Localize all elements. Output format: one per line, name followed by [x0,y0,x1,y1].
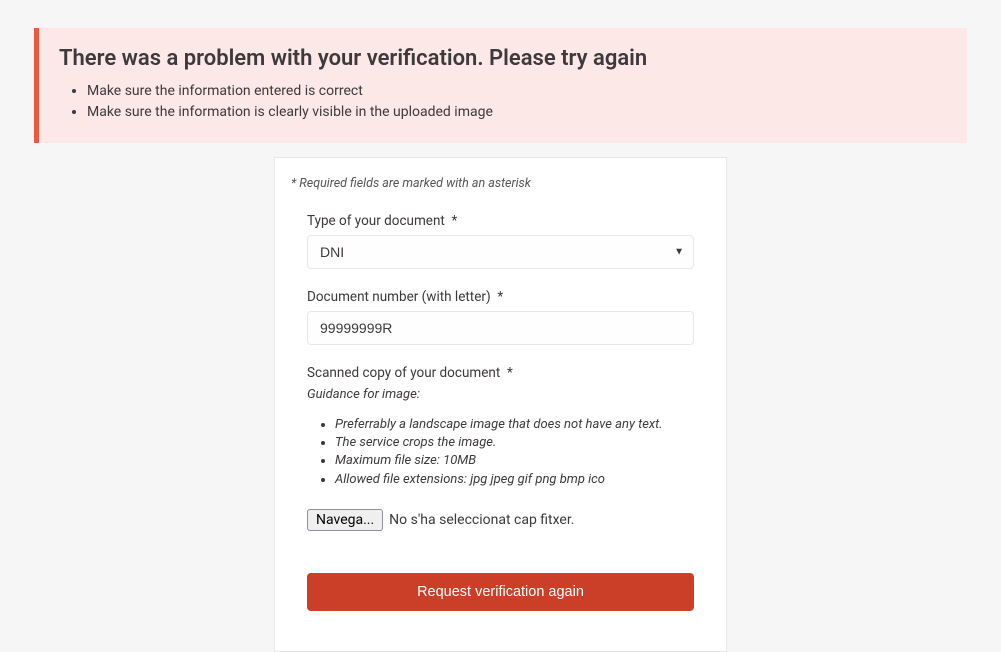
error-alert: There was a problem with your verificati… [34,28,967,143]
alert-item: Make sure the information is clearly vis… [87,102,947,123]
label-text: Type of your document [307,213,445,229]
required-mark: * [497,289,503,305]
request-verification-button[interactable]: Request verification again [307,573,694,611]
document-type-label: Type of your document * [307,213,694,229]
document-type-select[interactable]: DNI [307,235,694,269]
document-number-input[interactable] [307,311,694,345]
required-mark: * [452,213,458,229]
browse-file-button[interactable]: Navega... [307,509,383,531]
alert-item: Make sure the information entered is cor… [87,81,947,102]
alert-title: There was a problem with your verificati… [59,46,947,71]
guidance-item: Maximum file size: 10MB [335,452,694,470]
file-input-row: Navega... No s'ha seleccionat cap fitxer… [307,509,694,531]
document-number-label: Document number (with letter) * [307,289,694,305]
scanned-copy-label: Scanned copy of your document * [307,365,694,381]
label-text: Scanned copy of your document [307,365,500,381]
file-status-text: No s'ha seleccionat cap fitxer. [389,512,574,528]
label-text: Document number (with letter) [307,289,491,305]
form-wrap: Type of your document * DNI ▼ Document n… [291,213,710,611]
guidance-title: Guidance for image: [307,387,694,402]
alert-list: Make sure the information entered is cor… [59,81,947,123]
guidance-item: Preferrably a landscape image that does … [335,416,694,434]
required-mark: * [507,365,513,381]
guidance-item: The service crops the image. [335,434,694,452]
required-fields-note: * Required fields are marked with an ast… [291,176,710,191]
verification-form-card: * Required fields are marked with an ast… [274,157,727,652]
guidance-list: Preferrably a landscape image that does … [307,416,694,489]
guidance-item: Allowed file extensions: jpg jpeg gif pn… [335,471,694,489]
document-type-select-wrap: DNI ▼ [307,235,694,269]
